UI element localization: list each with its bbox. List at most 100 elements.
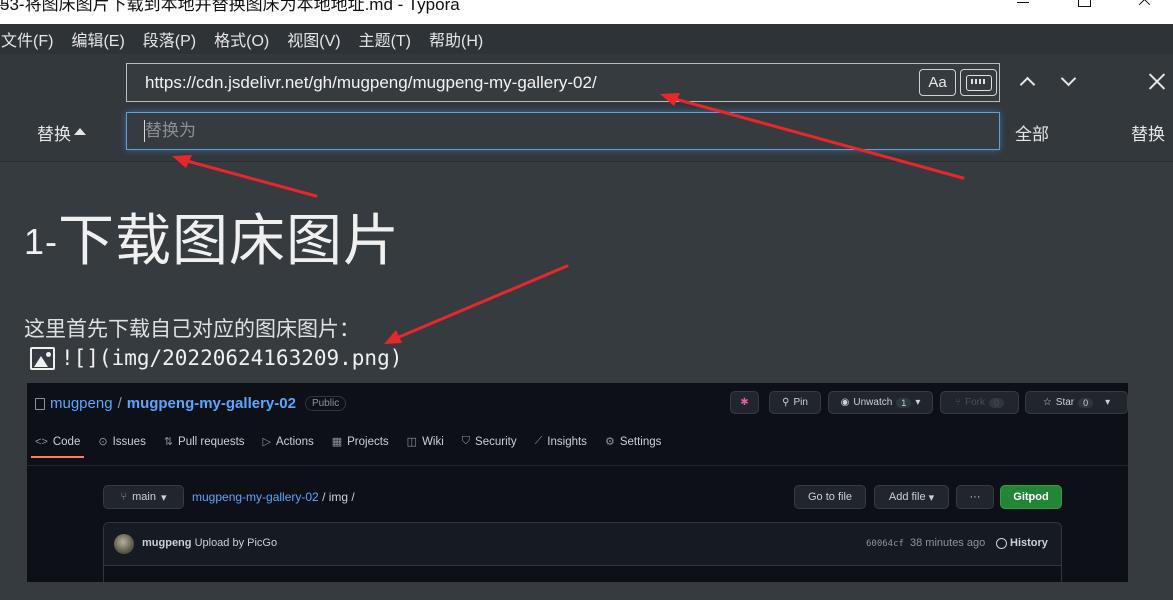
gitpod-button: Gitpod <box>1000 485 1062 509</box>
clock-icon <box>996 537 1007 549</box>
document-heading[interactable]: 1-下载图床图片 <box>24 196 400 277</box>
menu-format[interactable]: 格式(O) <box>205 27 278 51</box>
image-source-text: ![](img/20220624163209.png) <box>61 346 403 370</box>
find-input[interactable]: https://cdn.jsdelivr.net/gh/mugpeng/mugp… <box>126 63 1000 102</box>
spark-icon: ✱ <box>740 397 749 408</box>
replace-input[interactable] <box>126 112 1000 150</box>
nav-code: <> Code <box>30 435 85 458</box>
menu-view[interactable]: 视图(V) <box>278 27 349 51</box>
latest-commit-box: mugpeng Upload by PicGo 60064cf 38 minut… <box>103 522 1062 582</box>
star-label: Star <box>1055 397 1075 408</box>
arrow-to-image-source <box>390 264 569 342</box>
issue-icon: ⊙ <box>98 436 108 448</box>
nav-label: Wiki <box>422 435 444 448</box>
book-icon: ◫ <box>406 436 418 448</box>
code-icon: <> <box>35 435 48 448</box>
find-previous-button[interactable] <box>1014 69 1042 97</box>
text-cursor <box>144 120 145 142</box>
path-rest: / img / <box>322 490 355 504</box>
caret-down-icon: ▾ <box>928 491 935 504</box>
replace-all-button[interactable]: 全部 <box>1015 120 1049 145</box>
fork-icon: ⑂ <box>954 397 961 408</box>
unwatch-label: Unwatch <box>853 397 893 408</box>
repo-icon <box>35 397 45 410</box>
gear-icon: ⚙ <box>604 436 615 448</box>
replace-button[interactable]: 替换 <box>1131 120 1165 145</box>
caret-down-icon: ▾ <box>915 397 921 408</box>
add-file-label: Add file <box>888 491 926 503</box>
arrow-to-replace-input <box>178 157 318 198</box>
pin-icon: ⚲ <box>782 397 790 408</box>
replace-toggle[interactable]: 替换 <box>37 120 86 145</box>
repo-breadcrumb: mugpeng / mugpeng-my-gallery-02 Public <box>35 395 347 412</box>
repo-name: mugpeng-my-gallery-02 <box>126 395 296 412</box>
go-to-file-button: Go to file <box>794 485 866 509</box>
nav-security: ⛉ Security <box>462 435 517 448</box>
nav-label: Projects <box>347 435 389 448</box>
find-replace-panel: https://cdn.jsdelivr.net/gh/mugpeng/mugp… <box>0 54 1173 162</box>
chevron-down-icon <box>1060 70 1077 87</box>
chevron-up-icon <box>1019 76 1036 93</box>
caret-down-icon: ▾ <box>160 491 167 504</box>
unwatch-button: ◉ Unwatch 1 ▾ <box>828 391 933 414</box>
nav-settings: ⚙ Settings <box>604 435 662 449</box>
menu-bar: 文件(F) 编辑(E) 段落(P) 格式(O) 视图(V) 主题(T) 帮助(H… <box>0 24 1173 54</box>
nav-label: Settings <box>619 435 662 448</box>
nav-label: Actions <box>276 435 314 448</box>
fork-button: ⑂ Fork 0 <box>940 391 1019 414</box>
repo-slash: / <box>117 395 122 412</box>
fork-label: Fork <box>964 397 985 408</box>
pull-request-icon: ⇅ <box>163 436 174 448</box>
avatar <box>114 534 134 554</box>
aa-box-icon: Aa <box>928 74 947 91</box>
more-button: ··· <box>956 485 994 509</box>
commit-author-line: mugpeng Upload by PicGo <box>142 537 277 549</box>
embedded-github-screenshot: mugpeng / mugpeng-my-gallery-02 Public ✱… <box>27 383 1128 582</box>
minimize-button[interactable] <box>1003 0 1043 12</box>
menu-file[interactable]: 文件(F) <box>0 27 62 51</box>
image-icon <box>30 346 55 370</box>
nav-wiki: ◫ Wiki <box>406 435 444 449</box>
shield-icon: ⛉ <box>461 435 471 447</box>
nav-label: Issues <box>112 435 146 448</box>
nav-label: Security <box>475 435 517 448</box>
keyboard-icon <box>965 74 992 91</box>
play-icon: ▷ <box>262 436 271 448</box>
table-icon: ▦ <box>331 436 343 448</box>
commit-header: mugpeng Upload by PicGo 60064cf 38 minut… <box>104 523 1061 566</box>
image-markdown-source[interactable]: ![](img/20220624163209.png) <box>30 346 402 370</box>
heading-text: 下载图床图片 <box>58 209 401 272</box>
fork-count: 0 <box>988 397 1004 408</box>
visibility-badge: Public <box>304 396 347 411</box>
nav-label: Code <box>52 435 81 448</box>
repo-nav: <> Code ⊙ Issues ⇅ Pull requests ▷ Actions ▦… <box>30 435 662 458</box>
nav-projects: ▦ Projects <box>331 435 389 449</box>
branch-icon: ⑂ <box>120 491 128 503</box>
pin-label: Pin <box>793 397 808 408</box>
unwatch-count: 1 <box>896 397 912 408</box>
menu-edit[interactable]: 编辑(E) <box>62 27 133 51</box>
menu-paragraph[interactable]: 段落(P) <box>134 27 205 51</box>
star-button: ☆ Star 0 ▾ <box>1025 391 1128 414</box>
nav-pull-requests: ⇅ Pull requests <box>163 435 245 449</box>
add-file-button: Add file ▾ <box>874 485 949 509</box>
maximize-button[interactable] <box>1064 0 1104 12</box>
find-next-button[interactable] <box>1055 69 1083 97</box>
path-repo-link: mugpeng-my-gallery-02 <box>192 490 319 504</box>
menu-help[interactable]: 帮助(H) <box>420 27 492 51</box>
caret-up-icon <box>74 128 86 135</box>
window-titlebar: 53-将图床图片下载到本地并替换图床为本地地址.md - Typora <box>0 0 1173 24</box>
document-paragraph[interactable]: 这里首先下载自己对应的图床图片： <box>24 313 360 343</box>
close-icon[interactable] <box>1143 68 1171 96</box>
close-window-button[interactable] <box>1125 0 1165 12</box>
eye-icon: ◉ <box>840 397 850 408</box>
nav-issues: ⊙ Issues <box>98 435 146 449</box>
case-sensitive-toggle[interactable]: Aa <box>919 69 956 96</box>
branch-selector: ⑂ main ▾ <box>103 485 184 509</box>
history-label: History <box>1010 537 1048 549</box>
heading-number: 1- <box>24 221 59 262</box>
whole-word-toggle[interactable] <box>960 69 997 96</box>
menu-theme[interactable]: 主题(T) <box>350 27 420 51</box>
nav-label: Insights <box>547 435 587 448</box>
history-link: History <box>996 537 1048 549</box>
